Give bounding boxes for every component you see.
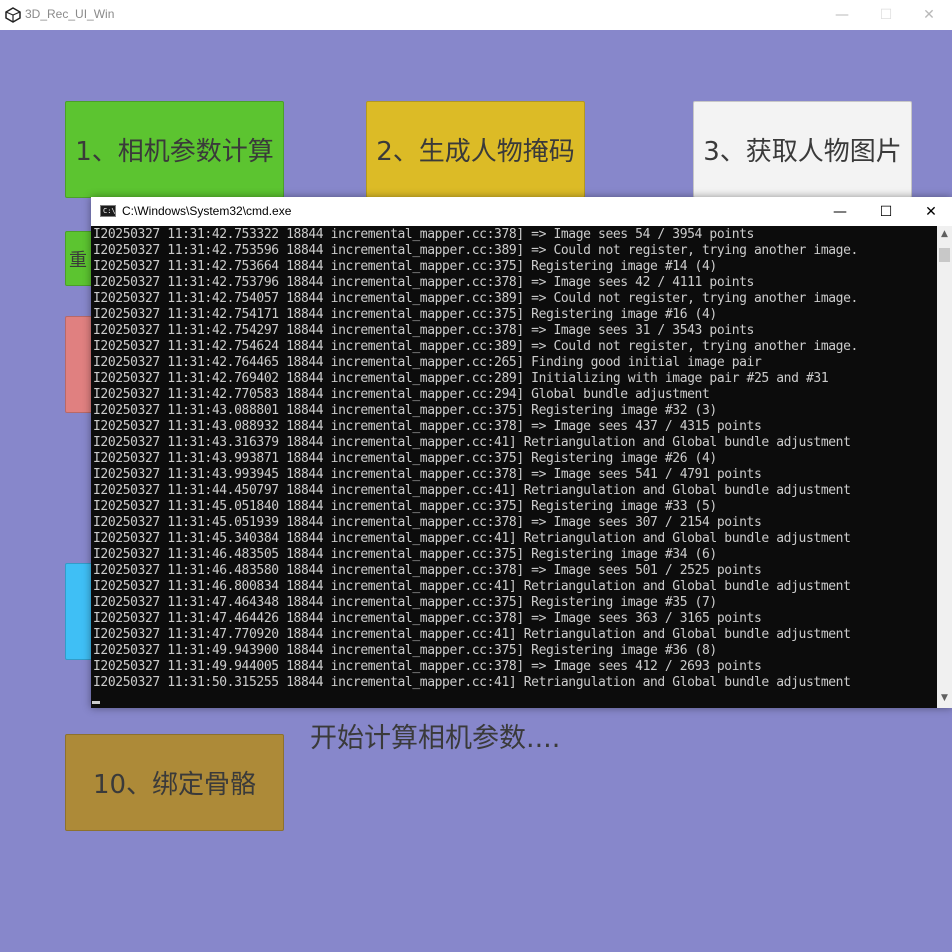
scroll-up-icon[interactable]: ▲ [937, 226, 952, 242]
get-person-image-label: 3、获取人物图片 [703, 137, 902, 167]
close-icon: ✕ [925, 203, 937, 220]
console-cursor [92, 701, 100, 704]
rebuild-label: 重 [69, 249, 87, 271]
log-line: I20250327 11:31:50.315255 18844 incremen… [93, 675, 851, 690]
camera-params-label: 1、相机参数计算 [75, 137, 274, 167]
unity-logo-icon [5, 7, 21, 23]
console-output[interactable]: I20250327 11:31:42.753322 18844 incremen… [93, 227, 936, 705]
cmd-window[interactable]: C:\ C:\Windows\System32\cmd.exe — ☐ ✕ I2… [91, 197, 952, 708]
log-line: I20250327 11:31:43.993871 18844 incremen… [93, 451, 717, 466]
log-line: I20250327 11:31:43.088932 18844 incremen… [93, 419, 762, 434]
log-line: I20250327 11:31:42.753796 18844 incremen… [93, 275, 754, 290]
log-line: I20250327 11:31:47.464348 18844 incremen… [93, 595, 717, 610]
maximize-button[interactable]: ☐ [863, 0, 909, 30]
log-line: I20250327 11:31:45.051840 18844 incremen… [93, 499, 717, 514]
cmd-minimize-button[interactable]: — [817, 197, 863, 226]
app-title: 3D_Rec_UI_Win [25, 7, 115, 21]
camera-params-button[interactable]: 1、相机参数计算 [65, 101, 284, 198]
log-line: I20250327 11:31:42.769402 18844 incremen… [93, 371, 829, 386]
cmd-icon: C:\ [100, 205, 116, 217]
generate-mask-button[interactable]: 2、生成人物掩码 [366, 101, 585, 198]
log-line: I20250327 11:31:45.340384 18844 incremen… [93, 531, 851, 546]
cmd-icon-label: C:\ [103, 207, 116, 215]
log-line: I20250327 11:31:43.993945 18844 incremen… [93, 467, 762, 482]
log-line: I20250327 11:31:42.753322 18844 incremen… [93, 227, 754, 242]
console-scrollbar[interactable]: ▲ ▼ [937, 226, 952, 708]
cmd-maximize-button[interactable]: ☐ [863, 197, 909, 226]
cmd-titlebar[interactable]: C:\ C:\Windows\System32\cmd.exe — ☐ ✕ [91, 197, 952, 226]
status-text: 开始计算相机参数.... [310, 723, 561, 754]
minimize-icon: — [833, 203, 847, 220]
log-line: I20250327 11:31:42.753664 18844 incremen… [93, 259, 717, 274]
log-line: I20250327 11:31:42.754171 18844 incremen… [93, 307, 717, 322]
log-line: I20250327 11:31:43.316379 18844 incremen… [93, 435, 851, 450]
log-line: I20250327 11:31:44.450797 18844 incremen… [93, 483, 851, 498]
log-line: I20250327 11:31:42.754624 18844 incremen… [93, 339, 858, 354]
bind-skeleton-button[interactable]: 10、绑定骨骼 [65, 734, 284, 831]
log-line: I20250327 11:31:46.483580 18844 incremen… [93, 563, 762, 578]
log-line: I20250327 11:31:46.800834 18844 incremen… [93, 579, 851, 594]
log-line: I20250327 11:31:47.464426 18844 incremen… [93, 611, 762, 626]
minimize-button[interactable]: — [819, 0, 865, 30]
log-line: I20250327 11:31:43.088801 18844 incremen… [93, 403, 717, 418]
cmd-close-button[interactable]: ✕ [908, 197, 952, 226]
log-line: I20250327 11:31:45.051939 18844 incremen… [93, 515, 762, 530]
app-titlebar: 3D_Rec_UI_Win — ☐ ✕ [0, 0, 952, 30]
log-line: I20250327 11:31:42.770583 18844 incremen… [93, 387, 710, 402]
bind-skeleton-label: 10、绑定骨骼 [92, 770, 257, 800]
log-line: I20250327 11:31:42.754297 18844 incremen… [93, 323, 754, 338]
get-person-image-button[interactable]: 3、获取人物图片 [693, 101, 912, 198]
log-line: I20250327 11:31:42.764465 18844 incremen… [93, 355, 762, 370]
log-line: I20250327 11:31:47.770920 18844 incremen… [93, 627, 851, 642]
scroll-down-icon[interactable]: ▼ [937, 690, 952, 706]
log-line: I20250327 11:31:42.754057 18844 incremen… [93, 291, 858, 306]
close-button[interactable]: ✕ [906, 0, 952, 30]
generate-mask-label: 2、生成人物掩码 [376, 137, 575, 167]
maximize-icon: ☐ [879, 7, 893, 23]
log-line: I20250327 11:31:49.943900 18844 incremen… [93, 643, 717, 658]
log-line: I20250327 11:31:49.944005 18844 incremen… [93, 659, 762, 674]
cmd-title: C:\Windows\System32\cmd.exe [122, 204, 292, 218]
close-icon: ✕ [923, 7, 935, 23]
log-line: I20250327 11:31:42.753596 18844 incremen… [93, 243, 858, 258]
scrollbar-thumb[interactable] [939, 248, 950, 262]
minimize-icon: — [835, 7, 849, 23]
maximize-icon: ☐ [879, 203, 893, 220]
log-line: I20250327 11:31:46.483505 18844 incremen… [93, 547, 717, 562]
